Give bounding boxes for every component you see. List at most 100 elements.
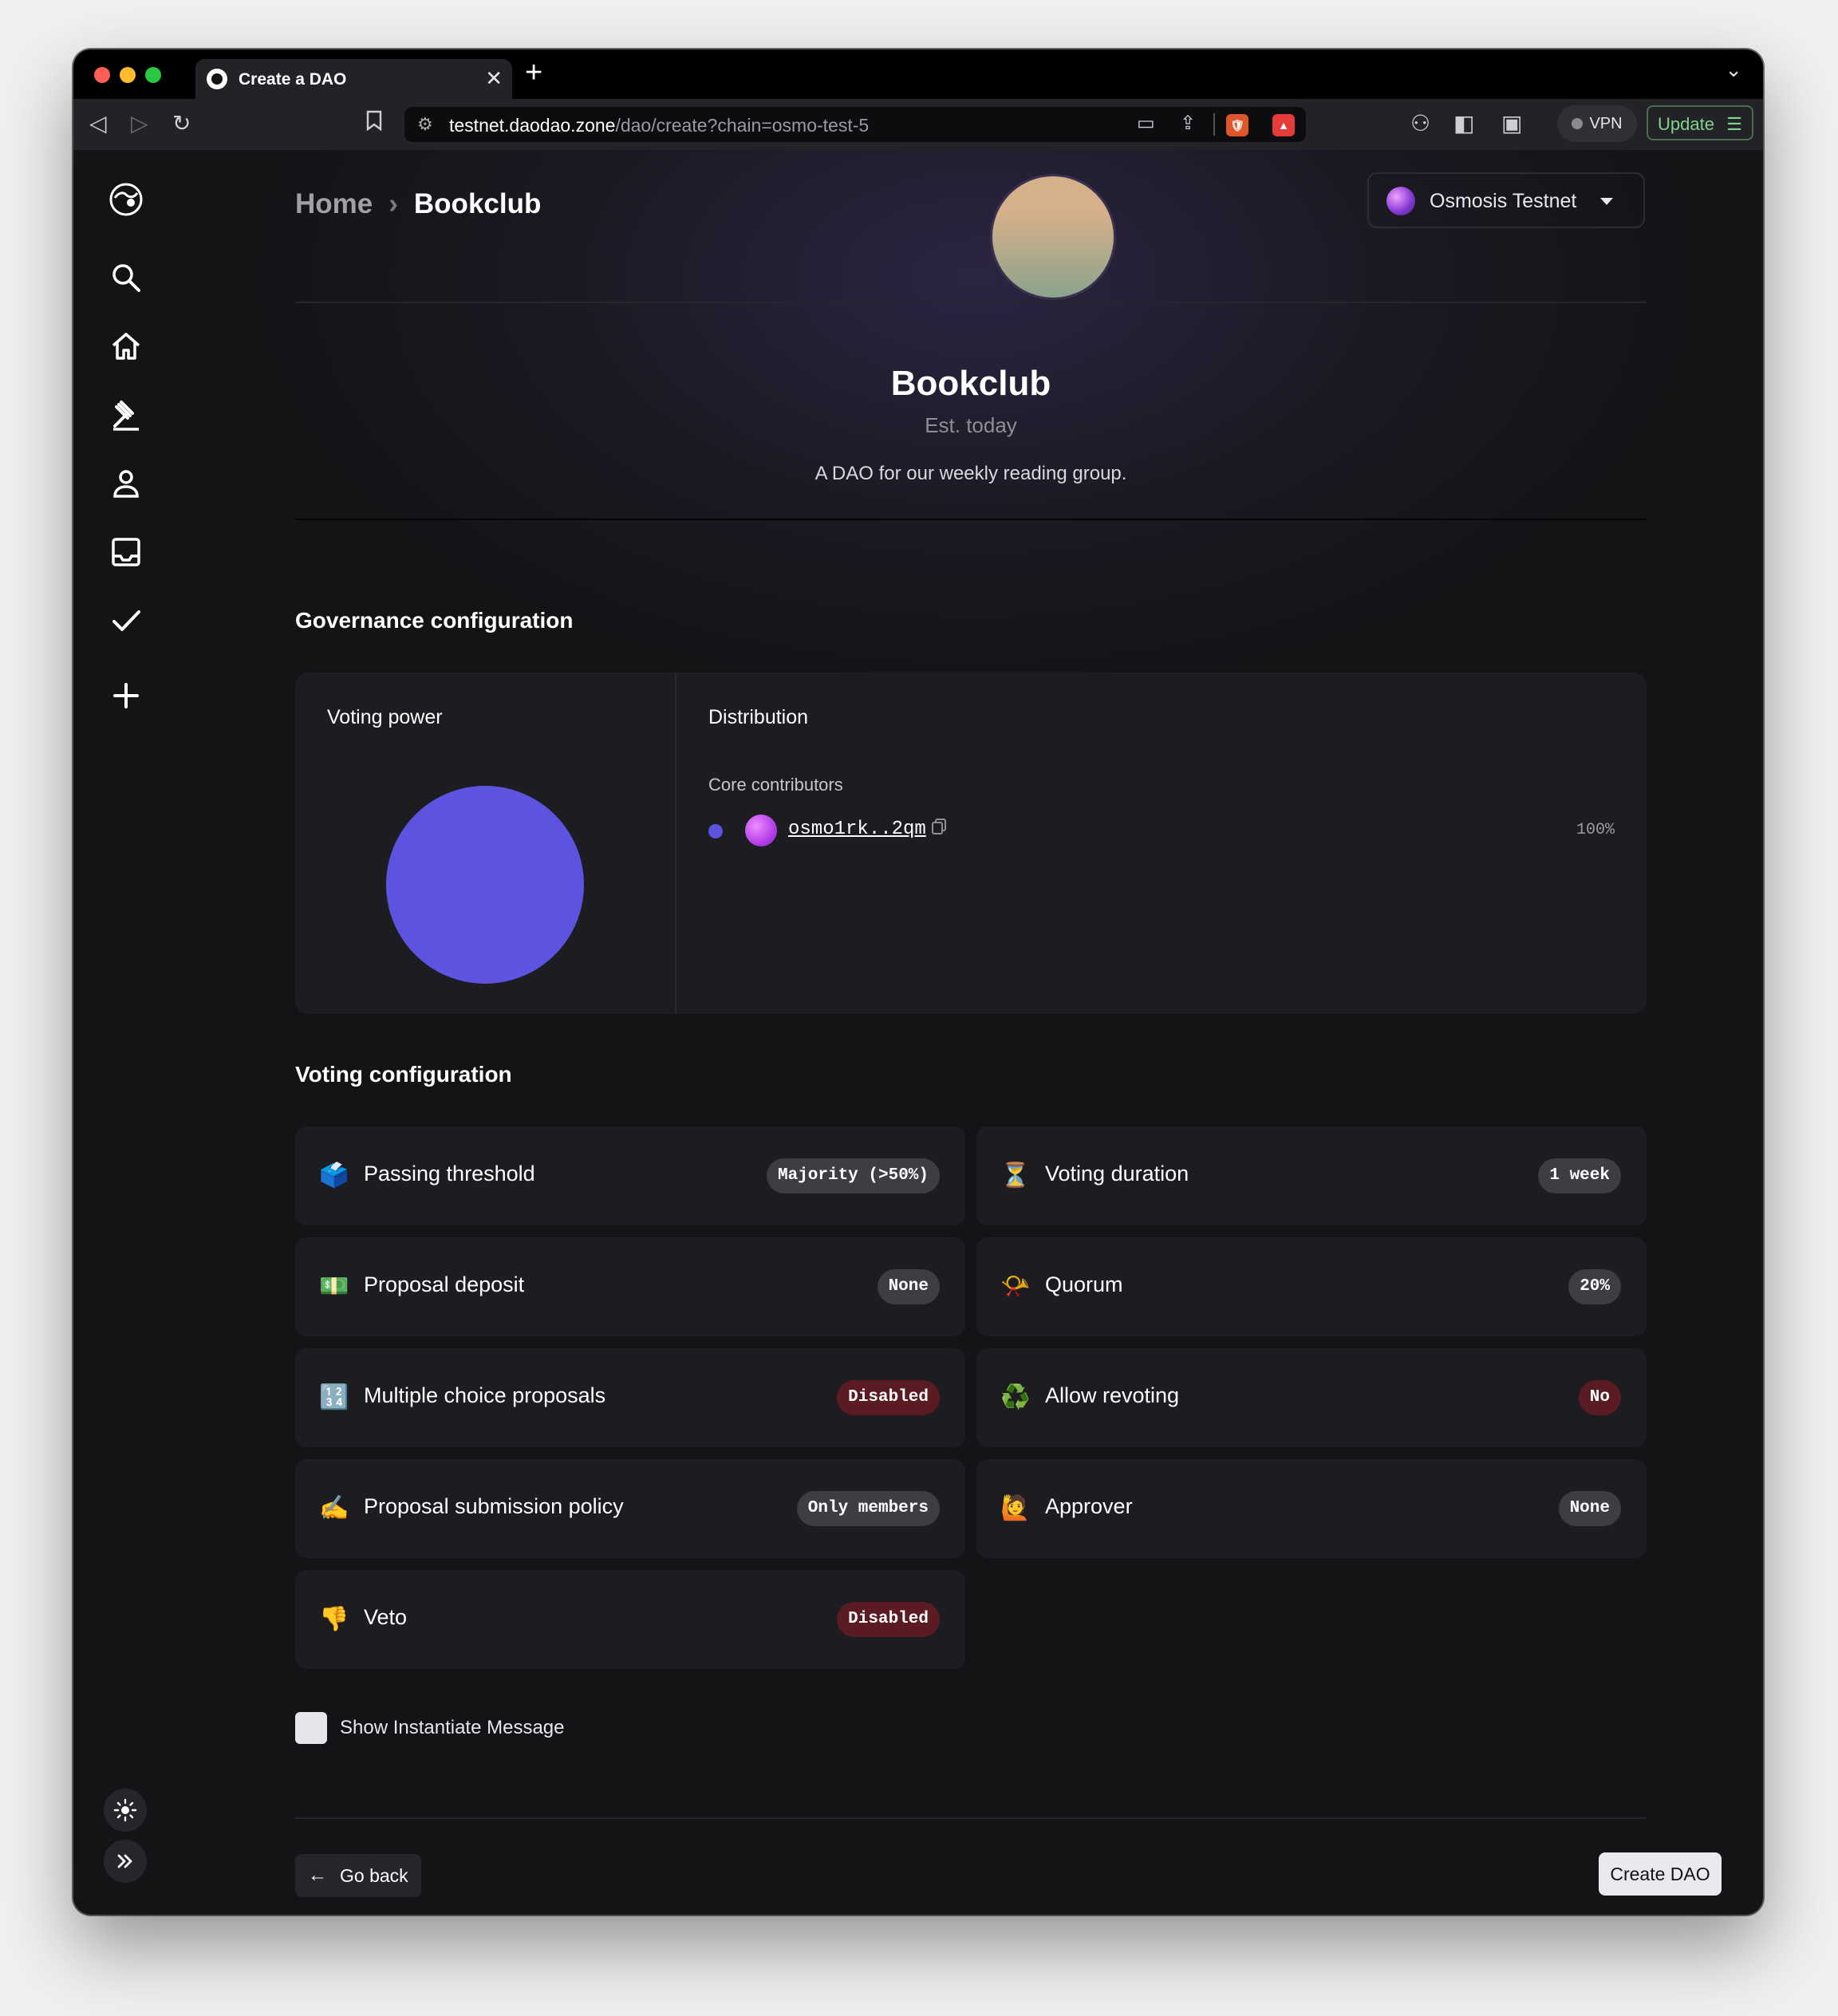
new-tab-icon[interactable]: + [525, 56, 542, 90]
quorum-badge: 20% [1568, 1269, 1621, 1304]
vpn-button[interactable]: VPN [1557, 105, 1637, 142]
daodao-logo-icon[interactable] [102, 176, 150, 223]
menu-icon: ☰ [1726, 114, 1742, 134]
dao-avatar [990, 174, 1116, 300]
share-icon[interactable]: ⇪ [1180, 112, 1196, 135]
update-button[interactable]: Update ☰ [1647, 105, 1753, 140]
show-instantiate-label[interactable]: Show Instantiate Message [340, 1717, 565, 1739]
dao-description: A DAO for our weekly reading group. [814, 463, 1127, 484]
reload-icon[interactable]: ↻ [172, 110, 191, 137]
create-dao-button[interactable]: Create DAO [1599, 1852, 1722, 1896]
footer-divider [295, 1817, 1647, 1819]
url-text: testnet.daodao.zone/dao/create?chain=osm… [449, 115, 870, 136]
allow-revoting-item: ♻️ Allow revoting No [976, 1348, 1647, 1447]
thumbs-down-icon: 👎 [319, 1606, 349, 1632]
distribution-panel: Core contributors osmo1rk..2qm 100% [676, 673, 1647, 1014]
approver-item: 🙋 Approver None [976, 1459, 1647, 1558]
info-divider [295, 519, 1647, 520]
hourglass-icon: ⏳ [1000, 1162, 1031, 1189]
tab-bar: Create a DAO ✕ + ⌄ [73, 49, 1763, 99]
home-icon[interactable] [102, 322, 150, 370]
gavel-icon[interactable] [102, 391, 150, 439]
back-icon[interactable]: ◁ [89, 110, 107, 137]
app-sidebar [73, 150, 180, 1915]
quorum-item: 📯 Quorum 20% [976, 1237, 1647, 1336]
megaphone-icon: 📯 [1000, 1273, 1031, 1300]
recycle-icon: ♻️ [1000, 1384, 1031, 1410]
voting-duration-item: ⏳ Voting duration 1 week [976, 1126, 1647, 1225]
wallet-icon[interactable]: ▣ [1501, 110, 1522, 137]
theme-toggle-button[interactable] [104, 1789, 147, 1832]
veto-item: 👎 Veto Disabled [295, 1570, 965, 1669]
search-icon[interactable] [102, 254, 150, 302]
daodao-favicon-icon [207, 69, 227, 89]
tab-list-chevron-icon[interactable]: ⌄ [1725, 57, 1742, 82]
sun-icon [113, 1798, 137, 1822]
expand-sidebar-button[interactable] [104, 1840, 147, 1883]
submission-policy-item: ✍️ Proposal submission policy Only membe… [295, 1459, 965, 1558]
sidebar-toggle-icon[interactable]: ◧ [1453, 110, 1474, 137]
zoom-window-button[interactable] [145, 67, 161, 83]
breadcrumb: Home › Bookclub [295, 188, 541, 220]
cast-icon[interactable]: ▭ [1137, 112, 1155, 135]
address-bar[interactable]: ⚙ testnet.daodao.zone/dao/create?chain=o… [404, 107, 1306, 142]
breadcrumb-home-link[interactable]: Home [295, 188, 373, 219]
member-voting-percent: 100% [1576, 821, 1615, 839]
copy-icon[interactable] [930, 818, 948, 835]
forward-icon[interactable]: ▷ [131, 110, 148, 137]
tier-color-dot [708, 824, 723, 838]
member-avatar [745, 815, 777, 846]
voting-section-title: Voting configuration [295, 1062, 512, 1087]
bookmark-icon[interactable] [365, 110, 383, 137]
proposal-deposit-item: 💵 Proposal deposit None [295, 1237, 965, 1336]
site-settings-icon[interactable]: ⚙ [417, 114, 433, 135]
chain-selector[interactable]: Osmosis Testnet [1367, 172, 1645, 228]
minimize-window-button[interactable] [120, 67, 136, 83]
tier-name: Core contributors [708, 775, 843, 795]
tab-title: Create a DAO [239, 70, 347, 89]
close-tab-icon[interactable]: ✕ [485, 66, 503, 91]
go-back-button[interactable]: ← Go back [295, 1854, 421, 1897]
veto-badge: Disabled [837, 1602, 940, 1637]
dao-established: Est. today [925, 413, 1017, 437]
browser-window: Create a DAO ✕ + ⌄ ◁ ▷ ↻ ⚙ testnet.daoda… [73, 49, 1763, 1915]
show-instantiate-checkbox[interactable] [295, 1712, 327, 1744]
osmosis-logo-icon [1386, 187, 1415, 215]
numbers-icon: 🔢 [319, 1384, 349, 1410]
close-window-button[interactable] [94, 67, 110, 83]
ballot-box-icon: 🗳️ [319, 1162, 349, 1189]
header-divider [295, 302, 1647, 303]
browser-tab[interactable]: Create a DAO ✕ [195, 59, 512, 99]
chevron-right-icon: › [389, 188, 398, 219]
double-chevron-right-icon [117, 1854, 132, 1868]
arrow-left-icon: ← [308, 1864, 327, 1886]
passing-threshold-badge: Majority (>50%) [766, 1158, 940, 1193]
member-address-link[interactable]: osmo1rk..2qm [788, 819, 926, 840]
profile-icon[interactable] [102, 460, 150, 507]
checkmark-icon[interactable] [102, 597, 150, 645]
brave-shields-icon[interactable]: 🛡 [1226, 114, 1248, 136]
extensions-icon[interactable]: ⚇ [1410, 110, 1430, 137]
pie-slice-core-contributors [386, 786, 584, 984]
voting-duration-badge: 1 week [1538, 1158, 1621, 1193]
caret-down-icon [1600, 198, 1613, 205]
multiple-choice-badge: Disabled [837, 1380, 940, 1415]
approver-badge: None [1558, 1491, 1621, 1526]
passing-threshold-item: 🗳️ Passing threshold Majority (>50%) [295, 1126, 965, 1225]
main-content: Home › Bookclub Osmosis Testnet Bookclub E… [179, 150, 1763, 1915]
voting-power-title: Voting power [327, 706, 443, 728]
pen-icon: ✍️ [319, 1495, 349, 1521]
submission-policy-badge: Only members [796, 1491, 940, 1526]
proposal-deposit-badge: None [877, 1269, 940, 1304]
voting-power-panel: Voting power [295, 673, 676, 1014]
governance-section-title: Governance configuration [295, 608, 574, 633]
create-dao-plus-icon[interactable] [102, 672, 150, 720]
brave-rewards-icon[interactable]: ▲ [1272, 114, 1295, 136]
breadcrumb-current: Bookclub [413, 188, 542, 219]
voting-power-pie-chart [386, 786, 584, 984]
allow-revoting-badge: No [1578, 1380, 1621, 1415]
inbox-icon[interactable] [102, 528, 150, 576]
money-icon: 💵 [319, 1273, 349, 1300]
dao-name: Bookclub [890, 364, 1051, 403]
browser-toolbar: ◁ ▷ ↻ ⚙ testnet.daodao.zone/dao/create?c… [73, 99, 1763, 151]
